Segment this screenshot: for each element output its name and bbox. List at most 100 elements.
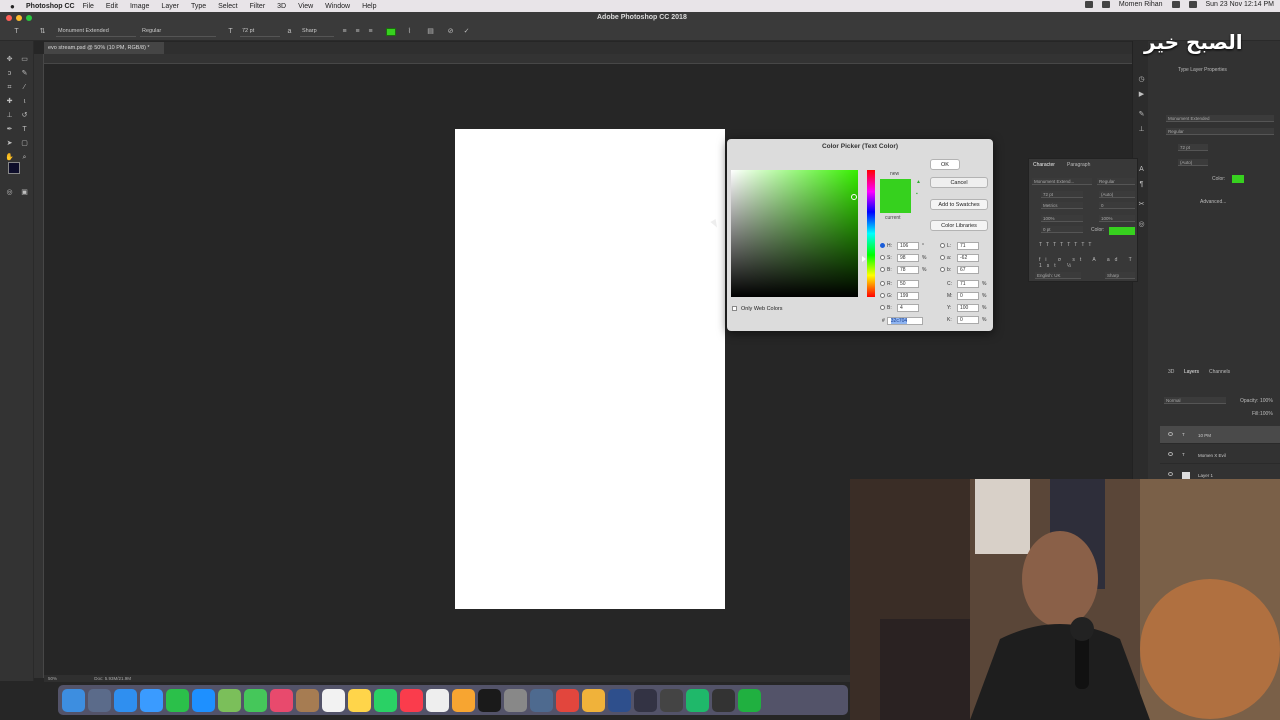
visibility-eye-icon[interactable] — [1168, 472, 1173, 476]
hue-slider[interactable] — [867, 170, 875, 297]
hue-slider-arrow-icon[interactable] — [862, 256, 866, 262]
recorder-icon[interactable] — [738, 688, 761, 712]
layer-name[interactable]: Momen X Evil — [1198, 453, 1226, 458]
tab-3d[interactable]: 3D — [1168, 369, 1174, 375]
hue-radio[interactable] — [880, 243, 885, 248]
paragraph-panel-toggle-icon[interactable]: ¶ — [1137, 181, 1146, 189]
warp-text-icon[interactable]: ⌇ — [405, 28, 414, 36]
add-to-swatches-button[interactable]: Add to Swatches — [930, 199, 988, 210]
magenta-field[interactable]: M: 0% — [947, 292, 986, 300]
layer-row[interactable]: T Momen X Evil — [1160, 446, 1280, 464]
blue-field[interactable]: B: 4 — [880, 304, 919, 312]
lab-b-field[interactable]: b: 67 — [940, 266, 979, 274]
brightness-radio[interactable] — [880, 267, 885, 272]
horizontal-ruler[interactable] — [44, 54, 1132, 64]
chrome-icon[interactable] — [556, 688, 579, 712]
orientation-toggle-icon[interactable]: ⇅ — [38, 28, 47, 36]
menu-3d[interactable]: 3D — [277, 3, 286, 10]
zoom-tool-icon[interactable]: ⌕ — [20, 154, 29, 162]
quick-mask-icon[interactable]: ◎ — [5, 189, 14, 197]
system-preferences-icon[interactable] — [504, 688, 527, 712]
pages-icon[interactable] — [452, 688, 475, 712]
layer-name[interactable]: Layer 1 — [1198, 473, 1213, 478]
antialias-dropdown[interactable]: Sharp — [300, 28, 334, 37]
visibility-eye-icon[interactable] — [1168, 432, 1173, 436]
char-style-dropdown[interactable]: Regular — [1097, 178, 1135, 185]
marquee-tool-icon[interactable]: ▭ — [20, 56, 29, 64]
lab-l-field[interactable]: L: 71 — [940, 242, 979, 250]
launchpad-icon[interactable] — [88, 688, 111, 712]
opacity-value[interactable]: 100% — [1260, 398, 1273, 404]
char-color-swatch[interactable] — [1109, 227, 1135, 235]
green-field[interactable]: G: 199 — [880, 292, 919, 300]
advanced-button[interactable]: Advanced... — [1200, 199, 1226, 205]
wifi-icon[interactable] — [1171, 1, 1180, 8]
app-store-icon[interactable] — [192, 688, 215, 712]
tools-preset-icon[interactable]: ✂ — [1137, 201, 1146, 209]
finder-icon[interactable] — [62, 688, 85, 712]
font-size-dropdown[interactable]: 72 pt — [240, 28, 280, 37]
minimize-window-button[interactable] — [16, 15, 22, 21]
cyan-field[interactable]: C: 71% — [947, 280, 986, 288]
3d-panel-icon[interactable]: ◎ — [1137, 221, 1146, 229]
hand-tool-icon[interactable]: ✋ — [5, 154, 14, 162]
close-window-button[interactable] — [6, 15, 12, 21]
red-radio[interactable] — [880, 281, 885, 286]
reminders-icon[interactable] — [426, 688, 449, 712]
saturation-radio[interactable] — [880, 255, 885, 260]
current-color-swatch[interactable] — [880, 196, 911, 213]
healing-brush-icon[interactable]: ✚ — [5, 98, 14, 106]
brightness-field[interactable]: B: 78% — [880, 266, 926, 274]
terminal-icon[interactable] — [478, 688, 501, 712]
maps-icon[interactable] — [218, 688, 241, 712]
char-kerning-dropdown[interactable]: Metrics — [1041, 202, 1083, 209]
facetime-icon[interactable] — [166, 688, 189, 712]
properties-size-dropdown[interactable]: 72 pt — [1178, 144, 1208, 151]
messages-icon[interactable] — [244, 688, 267, 712]
character-panel-toggle-icon[interactable]: A — [1137, 166, 1146, 174]
saturation-field[interactable]: S: 98% — [880, 254, 926, 262]
tab-paragraph[interactable]: Paragraph — [1067, 162, 1090, 168]
actions-panel-icon[interactable]: ▶ — [1137, 91, 1146, 99]
blend-mode-dropdown[interactable]: Normal — [1164, 397, 1226, 404]
camtasia-icon[interactable] — [686, 688, 709, 712]
lab-a-field[interactable]: a: -62 — [940, 254, 979, 262]
menu-help[interactable]: Help — [362, 3, 376, 10]
zoom-window-button[interactable] — [26, 15, 32, 21]
clone-stamp-icon[interactable]: ⊥ — [5, 112, 14, 120]
layer-row[interactable]: T 10 PM — [1160, 426, 1280, 444]
tab-layers[interactable]: Layers — [1184, 369, 1199, 375]
lab-b-radio[interactable] — [940, 267, 945, 272]
folder-icon[interactable] — [582, 688, 605, 712]
char-baseline-field[interactable]: 0 pt — [1041, 226, 1083, 233]
contacts-icon[interactable] — [296, 688, 319, 712]
char-tracking-dropdown[interactable]: 0 — [1099, 202, 1135, 209]
char-language-dropdown[interactable]: English: UK — [1035, 272, 1081, 279]
web-safe-icon[interactable]: ▪ — [916, 191, 918, 197]
char-aa-dropdown[interactable]: Sharp — [1105, 272, 1135, 279]
lasso-tool-icon[interactable]: ↄ — [5, 70, 14, 78]
quicktime-icon[interactable] — [712, 688, 735, 712]
move-tool-icon[interactable]: ✥ — [5, 56, 14, 64]
menu-filter[interactable]: Filter — [250, 3, 266, 10]
checkbox-icon[interactable] — [732, 306, 737, 311]
audio-app-2-icon[interactable] — [634, 688, 657, 712]
saturation-brightness-field[interactable] — [731, 170, 858, 297]
history-brush-icon[interactable]: ↺ — [20, 112, 29, 120]
font-family-dropdown[interactable]: Monument Extended — [56, 28, 136, 37]
zoom-level[interactable]: 50% — [48, 676, 57, 681]
audio-app-icon[interactable] — [608, 688, 631, 712]
font-style-dropdown[interactable]: Regular — [140, 28, 216, 37]
align-center-icon[interactable]: ≡ — [353, 28, 362, 36]
black-field[interactable]: K: 0% — [947, 316, 986, 324]
properties-leading-dropdown[interactable]: (Auto) — [1178, 159, 1208, 166]
char-size-dropdown[interactable]: 72 pt — [1041, 191, 1083, 198]
char-vscale-field[interactable]: 100% — [1041, 215, 1083, 222]
visibility-eye-icon[interactable] — [1168, 452, 1173, 456]
red-field[interactable]: R: 50 — [880, 280, 919, 288]
hex-value[interactable]: 32c704 — [890, 318, 908, 324]
text-color-swatch[interactable] — [386, 28, 396, 36]
blue-radio[interactable] — [880, 305, 885, 310]
properties-style-dropdown[interactable]: Regular — [1166, 128, 1274, 135]
tab-channels[interactable]: Channels — [1209, 369, 1230, 375]
